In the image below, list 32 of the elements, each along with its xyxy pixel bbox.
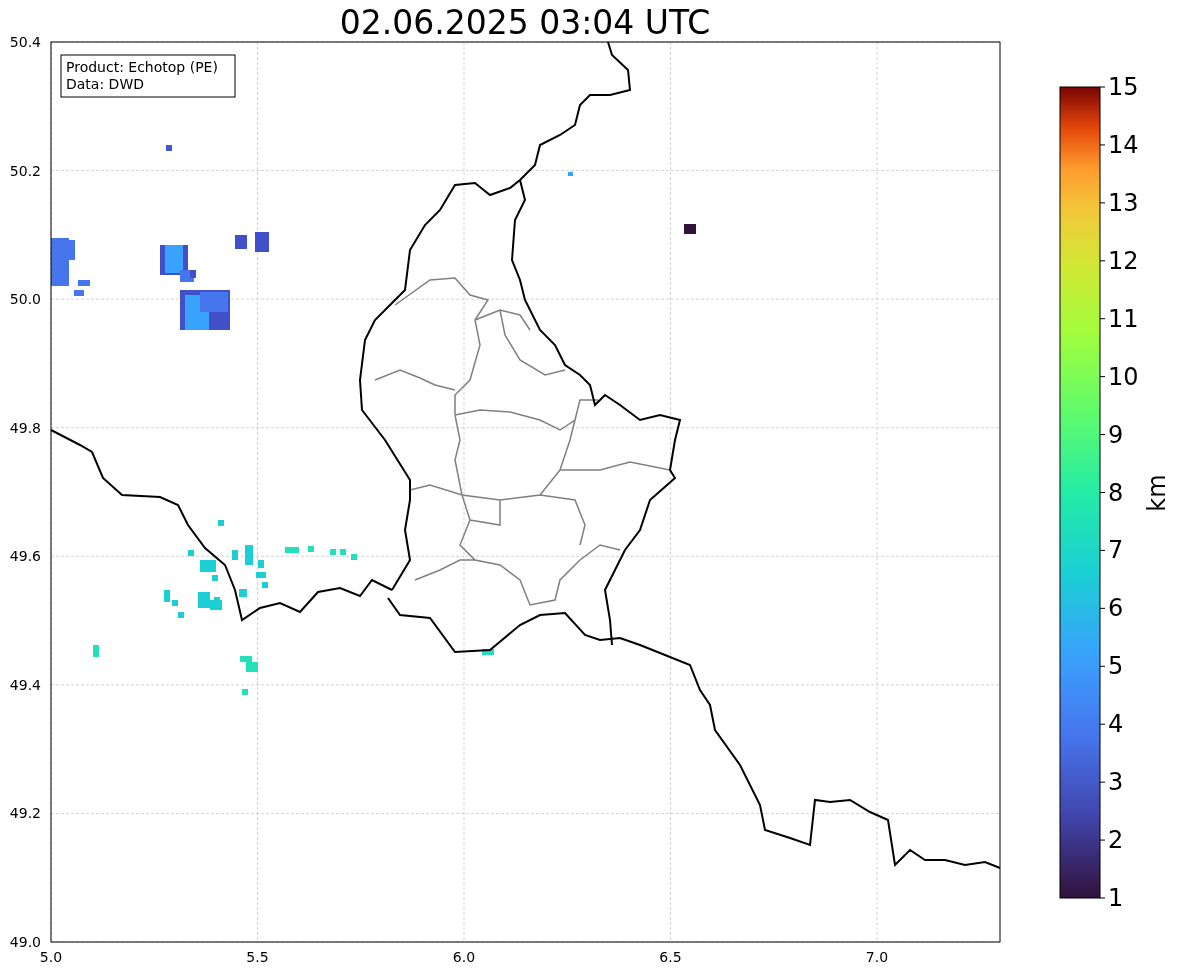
colorbar-tick-label: 9 xyxy=(1108,420,1124,449)
colorbar-tick-label: 6 xyxy=(1108,594,1124,623)
y-tick-label: 50.0 xyxy=(9,291,41,308)
colorbar-tick-label: 2 xyxy=(1108,826,1124,855)
x-tick-label: 7.0 xyxy=(865,949,889,965)
y-tick-label: 49.4 xyxy=(9,676,41,693)
colorbar-tick-label: 3 xyxy=(1108,768,1124,797)
info-text: Data: DWD xyxy=(66,76,144,92)
colorbar-tick-label: 8 xyxy=(1108,478,1124,507)
colorbar-tick-label: 7 xyxy=(1108,536,1124,565)
y-tick-label: 49.6 xyxy=(9,548,41,565)
colorbar-label: km xyxy=(1143,474,1171,512)
x-tick-label: 5.0 xyxy=(39,949,63,965)
y-tick-label: 50.2 xyxy=(9,162,41,179)
colorbar-tick-label: 5 xyxy=(1108,652,1124,681)
y-tick-label: 49.0 xyxy=(9,934,41,950)
colorbar-tick-label: 1 xyxy=(1108,884,1124,912)
colorbar-tick-label: 11 xyxy=(1108,304,1139,333)
colorbar-tick-label: 13 xyxy=(1108,188,1139,217)
colorbar-tick-label: 15 xyxy=(1108,73,1139,101)
y-tick-label: 49.2 xyxy=(9,805,41,822)
chart-title: 02.06.2025 03:04 UTC xyxy=(339,3,711,42)
colorbar-tick-label: 12 xyxy=(1108,246,1139,275)
x-tick-label: 6.0 xyxy=(452,949,476,965)
y-tick-label: 50.4 xyxy=(9,34,41,50)
y-tick-label: 49.8 xyxy=(9,419,41,436)
x-tick-label: 5.5 xyxy=(246,949,269,965)
info-text: Product: Echotop (PE) xyxy=(66,59,218,75)
colorbar-tick-label: 10 xyxy=(1108,362,1139,391)
x-tick-label: 6.5 xyxy=(659,949,682,965)
colorbar-tick-label: 4 xyxy=(1108,710,1124,739)
colorbar-tick-label: 14 xyxy=(1108,130,1139,159)
